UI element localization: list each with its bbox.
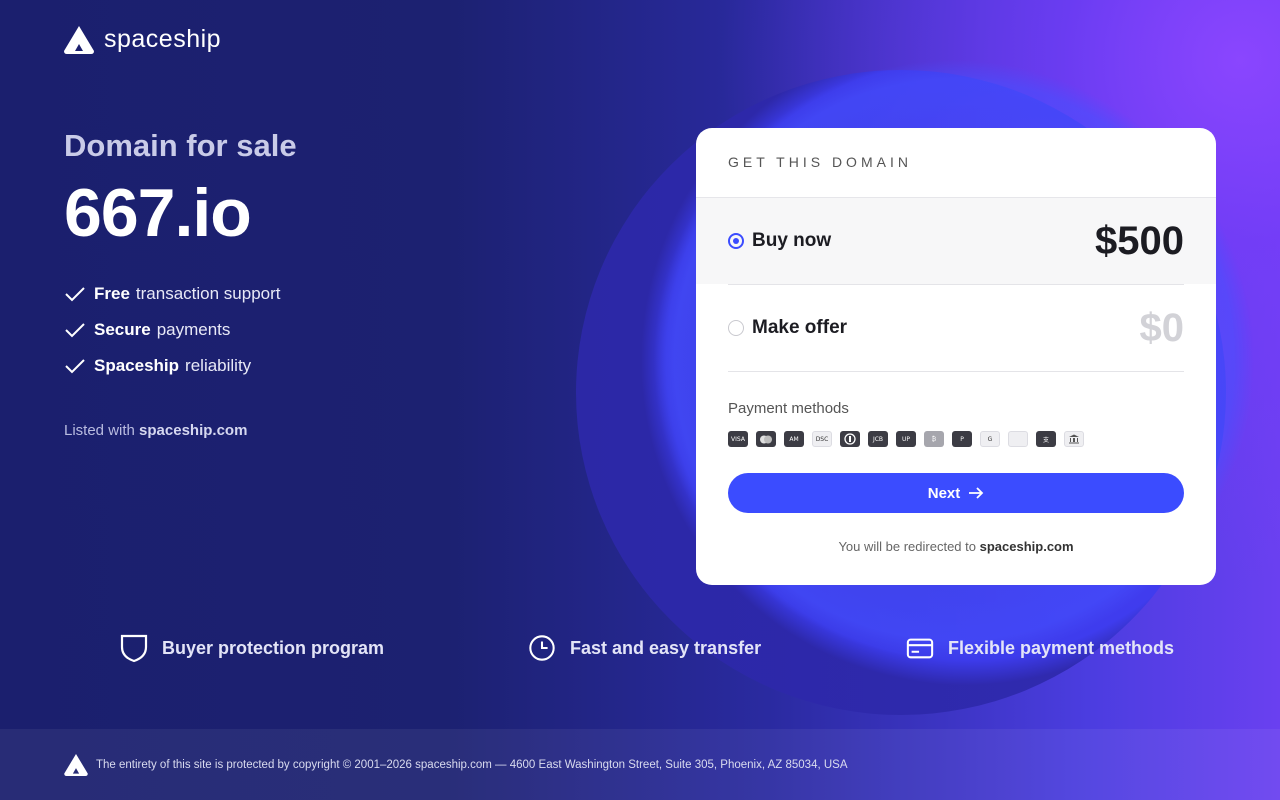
arrow-right-icon (969, 487, 984, 499)
discover-icon: DSC (812, 431, 832, 447)
benefit-item: Buyer protection program (120, 633, 384, 663)
redirect-prefix: You will be redirected to (838, 539, 976, 554)
footer-copyright: The entirety of this site is protected b… (96, 758, 848, 771)
feature-list: Free transaction support Secure payments… (64, 276, 297, 384)
clock-icon (529, 635, 555, 661)
benefit-label: Buyer protection program (162, 637, 385, 658)
option-price: $500 (1095, 218, 1184, 263)
spaceship-logo-icon (64, 25, 94, 54)
alipay-icon: 支 (1036, 431, 1056, 447)
diners-icon (840, 431, 860, 447)
hero-section: Domain for sale 667.io Free transaction … (64, 128, 297, 439)
spaceship-logo-icon (64, 753, 88, 776)
option-price: $0 (1139, 305, 1185, 350)
check-icon (65, 323, 85, 338)
purchase-card: GET THIS DOMAIN Buy now $500 Make offer … (696, 128, 1216, 585)
domain-name: 667.io (64, 175, 252, 251)
header-logo[interactable]: spaceship (64, 25, 221, 54)
listed-prefix: Listed with (64, 422, 135, 439)
benefit-item: Fast and easy transfer (528, 633, 761, 663)
feature-bold: Free (94, 284, 130, 303)
next-button[interactable]: Next (728, 473, 1184, 513)
feature-item: Spaceship reliability (64, 348, 297, 384)
listed-site-link[interactable]: spaceship.com (139, 422, 247, 439)
redirect-site: spaceship.com (979, 539, 1074, 554)
make-offer-radio[interactable] (728, 320, 744, 336)
feature-bold: Secure (94, 320, 151, 339)
footer: The entirety of this site is protected b… (0, 729, 1280, 800)
next-label: Next (927, 484, 961, 502)
jcb-icon: JCB (868, 431, 888, 447)
hero-subtitle: Domain for sale (64, 128, 297, 163)
benefit-label: Fast and easy transfer (570, 637, 762, 658)
visa-icon: VISA (728, 431, 748, 447)
listed-with: Listed with spaceship.com (64, 422, 297, 439)
option-label: Buy now (752, 230, 832, 251)
feature-item: Secure payments (64, 312, 297, 348)
amex-icon: AM (784, 431, 804, 447)
bitcoin-icon: ₿ (924, 431, 944, 447)
check-icon (65, 359, 85, 374)
apple-pay-icon (1008, 431, 1028, 447)
card-heading: GET THIS DOMAIN (696, 128, 1216, 198)
feature-bold: Spaceship (94, 356, 180, 375)
feature-text: transaction support (135, 284, 281, 303)
paypal-icon: P (952, 431, 972, 447)
payment-methods: Payment methods VISA AM DSC JCB UP ₿ P G… (696, 372, 1216, 447)
feature-text: reliability (185, 356, 252, 375)
option-make-offer[interactable]: Make offer $0 (696, 285, 1216, 371)
unionpay-icon: UP (896, 431, 916, 447)
shield-icon (120, 634, 148, 663)
feature-text: payments (156, 320, 231, 339)
benefit-item: Flexible payment methods (906, 633, 1174, 663)
google-pay-icon: G (980, 431, 1000, 447)
buy-now-radio[interactable] (728, 233, 744, 249)
payment-title: Payment methods (728, 400, 849, 417)
brand-name: spaceship (104, 25, 222, 53)
payment-icons: VISA AM DSC JCB UP ₿ P G 支 (728, 431, 1184, 447)
benefits-row: Buyer protection program Fast and easy t… (0, 633, 1280, 665)
option-label: Make offer (752, 317, 848, 338)
benefit-label: Flexible payment methods (948, 637, 1175, 658)
check-icon (65, 287, 85, 302)
bank-icon (1064, 431, 1084, 447)
mastercard-icon (756, 431, 776, 447)
redirect-note: You will be redirected to spaceship.com (696, 539, 1216, 554)
credit-card-icon (906, 638, 934, 659)
option-buy-now[interactable]: Buy now $500 (696, 198, 1216, 284)
feature-item: Free transaction support (64, 276, 297, 312)
